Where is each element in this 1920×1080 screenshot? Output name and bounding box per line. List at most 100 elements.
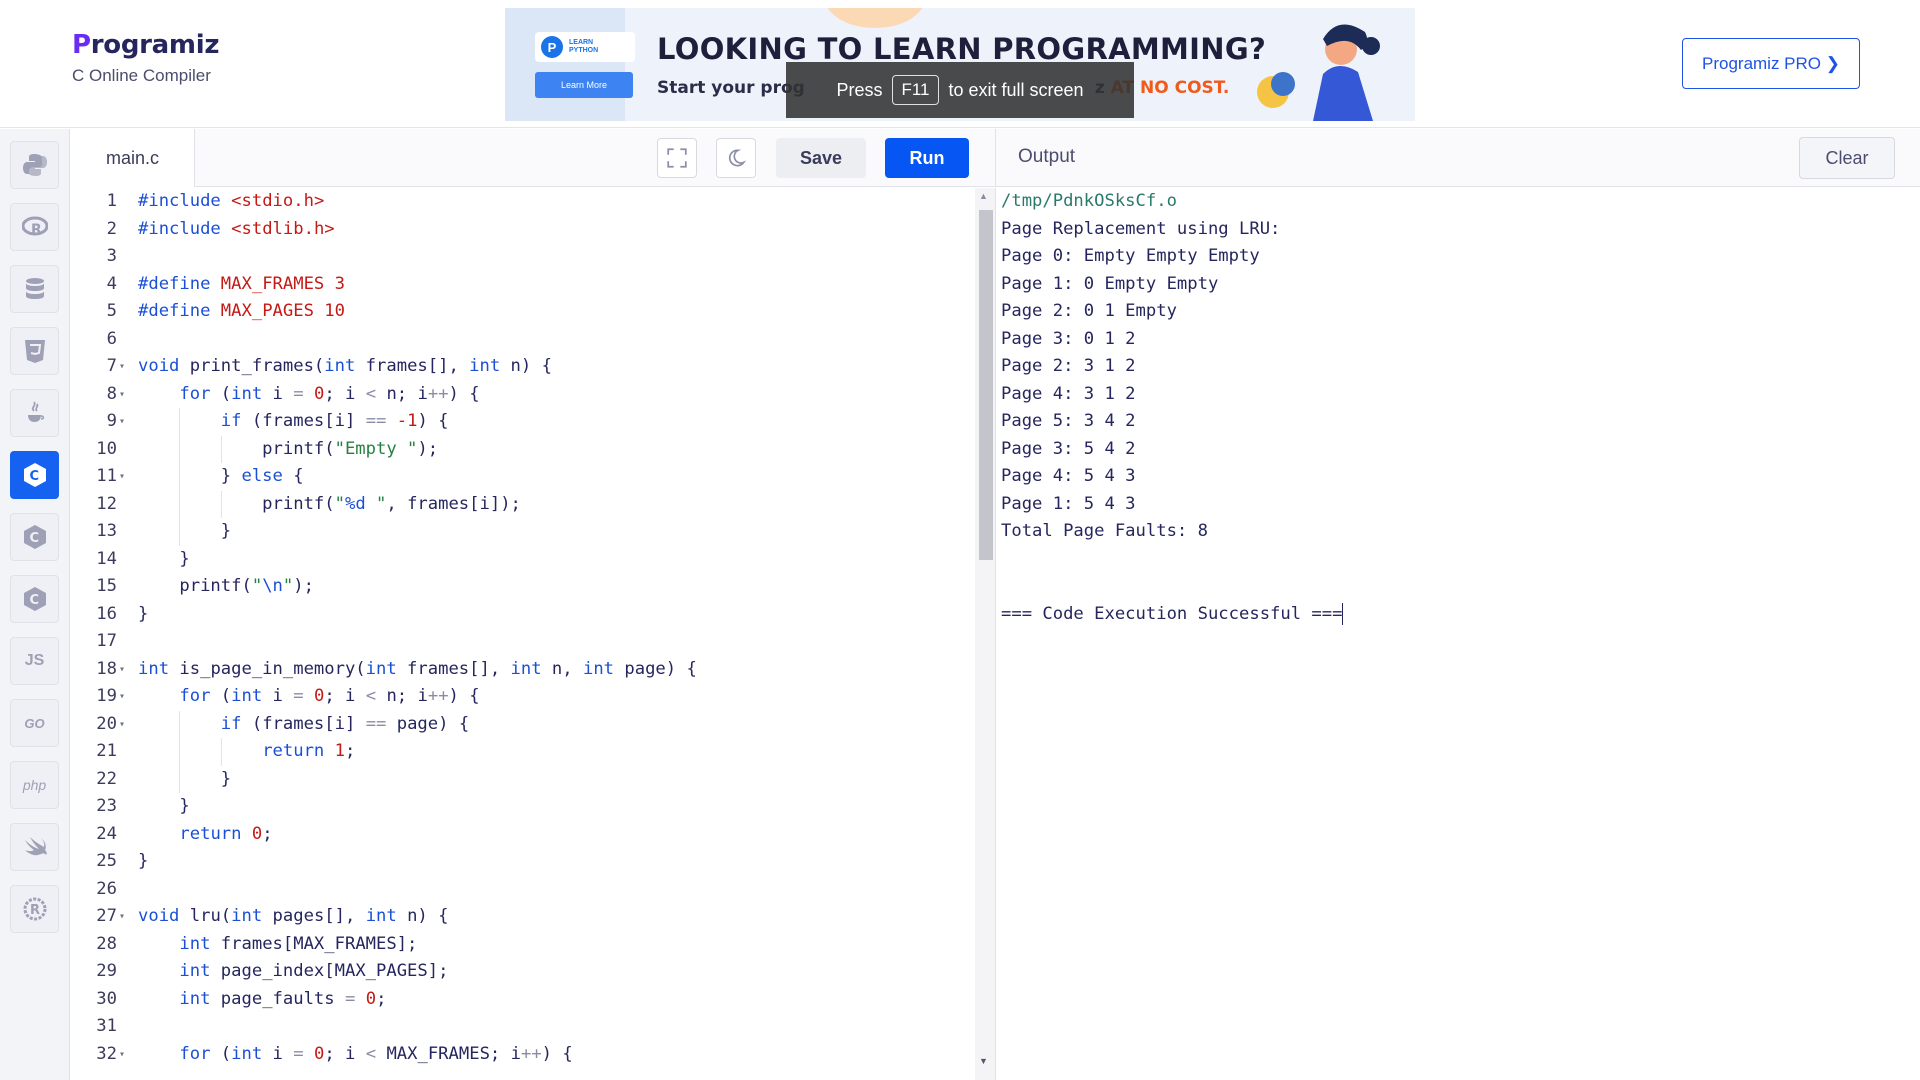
theme-toggle-button[interactable] [716, 138, 756, 178]
php-icon[interactable]: php [10, 761, 59, 809]
line-number: 17 [96, 631, 117, 651]
code-line[interactable]: 10 printf("Empty "); [71, 435, 975, 463]
ad-left-panel [505, 8, 625, 121]
code-text: void print_frames(int frames[], int n) { [138, 356, 552, 376]
code-line[interactable]: 6 [71, 326, 975, 354]
code-line[interactable]: 4 #define MAX_FRAMES 3 [71, 271, 975, 299]
code-line[interactable]: 7 ▾ void print_frames(int frames[], int n)… [71, 353, 975, 381]
toast-rest-text: to exit full screen [948, 79, 1084, 100]
editor-scrollbar-thumb[interactable] [979, 210, 993, 560]
code-text: #define MAX_PAGES 10 [138, 301, 345, 321]
javascript-icon[interactable]: JS [10, 637, 59, 685]
code-line[interactable]: 11 ▾ } else { [71, 463, 975, 491]
ad-learn-more-button[interactable]: Learn More [535, 72, 633, 98]
code-line[interactable]: 2 #include <stdlib.h> [71, 216, 975, 244]
line-number: 14 [96, 548, 117, 569]
code-line[interactable]: 31 [71, 1013, 975, 1041]
code-line[interactable]: 24 return 0; [71, 821, 975, 849]
code-line[interactable]: 21 return 1; [71, 738, 975, 766]
code-line[interactable]: 32 ▾ for (int i = 0; i < MAX_FRAMES; i++)… [71, 1041, 975, 1069]
code-line[interactable]: 17 [71, 628, 975, 656]
indent-guide [220, 490, 222, 518]
code-line[interactable]: 3 [71, 243, 975, 271]
fold-toggle-icon[interactable]: ▾ [119, 408, 131, 436]
code-text: if (frames[i] == page) { [220, 713, 470, 734]
code-line[interactable]: 1 #include <stdio.h> [71, 188, 975, 216]
go-language-icon[interactable]: GO [10, 699, 59, 747]
output-header: Output Clear [995, 129, 1920, 187]
programiz-logo[interactable]: Programiz C Online Compiler [72, 30, 219, 86]
code-line[interactable]: 16} [71, 601, 975, 629]
code-line[interactable]: 14 } [71, 546, 975, 574]
c-language-icon[interactable]: C [10, 451, 59, 499]
code-line[interactable]: 13 } [71, 518, 975, 546]
fold-toggle-icon[interactable]: ▾ [119, 711, 131, 739]
output-line: Total Page Faults: 8 [1001, 521, 1208, 541]
ad-illustration-icon [1257, 24, 1380, 121]
editor-scrollbar[interactable]: ▲ ▼ [975, 188, 995, 1080]
code-line[interactable]: 27 ▾ void lru(int pages[], int n) { [71, 903, 975, 931]
code-text: } else { [138, 466, 304, 486]
output-console[interactable]: /tmp/PdnkOSksCf.o Page Replacement using … [995, 188, 1920, 1080]
code-line[interactable]: 28 int frames[MAX_FRAMES]; [71, 931, 975, 959]
html5-icon[interactable] [10, 327, 59, 375]
fold-toggle-icon[interactable]: ▾ [119, 903, 131, 931]
swift-icon[interactable] [10, 823, 59, 871]
python-language-icon[interactable] [10, 141, 59, 189]
code-line[interactable]: 23 } [71, 793, 975, 821]
cpp-language-icon[interactable]: C [10, 513, 59, 561]
indent-guide [179, 738, 181, 766]
indent-guide [179, 435, 181, 463]
code-text: return 1; [262, 741, 356, 761]
programiz-pro-button[interactable]: Programiz PRO ❯ [1682, 38, 1860, 89]
code-line[interactable]: 9 ▾ if (frames[i] == -1) { [71, 408, 975, 436]
code-text: #include <stdlib.h> [138, 218, 335, 239]
logo-letter: P [72, 30, 91, 60]
fullscreen-button[interactable] [657, 138, 697, 178]
line-number: 23 [96, 796, 117, 816]
java-icon[interactable] [10, 389, 59, 437]
code-line[interactable]: 22 } [71, 765, 975, 793]
scroll-up-arrow-icon[interactable]: ▲ [979, 191, 988, 201]
code-editor[interactable]: 1 #include <stdio.h> 2 #include <stdlib.h> 3… [71, 188, 975, 1080]
code-line[interactable]: 8 ▾ for (int i = 0; i < n; i++) { [71, 381, 975, 409]
fold-toggle-icon[interactable]: ▾ [119, 381, 131, 409]
code-line[interactable]: 15 printf("\n"); [71, 573, 975, 601]
output-line: === Code Execution Successful === [1001, 602, 1344, 625]
output-line: Page 3: 0 1 2 [1001, 328, 1136, 349]
code-line[interactable]: 26 [71, 876, 975, 904]
code-line[interactable]: 5 #define MAX_PAGES 10 [71, 298, 975, 326]
line-number: 21 [96, 741, 117, 761]
line-number: 6 [106, 328, 117, 349]
code-line[interactable]: 25} [71, 848, 975, 876]
code-line[interactable]: 12 printf("%d ", frames[i]); [71, 490, 975, 518]
csharp-language-icon[interactable]: C [10, 575, 59, 623]
code-text: int frames[MAX_FRAMES]; [179, 933, 418, 954]
language-sidebar: R C C C JS GO php R [0, 129, 70, 1080]
fold-toggle-icon[interactable]: ▾ [119, 463, 131, 491]
file-tab-main-c[interactable]: main.c [71, 129, 195, 187]
output-file-path: /tmp/PdnkOSksCf.o [1001, 191, 1177, 211]
code-line[interactable]: 18 ▾ int is_page_in_memory(int frames[], i… [71, 656, 975, 684]
line-number: 1 [106, 191, 117, 211]
moon-icon [728, 149, 747, 167]
code-line[interactable]: 20 ▾ if (frames[i] == page) { [71, 710, 975, 739]
scroll-down-arrow-icon[interactable]: ▼ [979, 1056, 988, 1066]
save-button[interactable]: Save [776, 138, 866, 178]
fold-toggle-icon[interactable]: ▾ [119, 353, 131, 381]
line-number: 8 [106, 383, 117, 404]
code-line[interactable]: 29 int page_index[MAX_PAGES]; [71, 958, 975, 986]
text-caret [1342, 602, 1344, 625]
sql-database-icon[interactable] [10, 265, 59, 313]
clear-button[interactable]: Clear [1799, 137, 1895, 179]
run-button[interactable]: Run [885, 138, 969, 178]
rust-icon[interactable]: R [10, 885, 59, 933]
code-line[interactable]: 30 int page_faults = 0; [71, 986, 975, 1014]
fold-toggle-icon[interactable]: ▾ [119, 683, 131, 711]
fold-toggle-icon[interactable]: ▾ [119, 1041, 131, 1069]
fold-toggle-icon[interactable]: ▾ [119, 656, 131, 684]
line-number: 16 [96, 603, 117, 624]
r-language-icon[interactable]: R [10, 203, 59, 251]
code-line[interactable]: 19 ▾ for (int i = 0; i < n; i++) { [71, 683, 975, 711]
code-text: } [138, 851, 149, 871]
